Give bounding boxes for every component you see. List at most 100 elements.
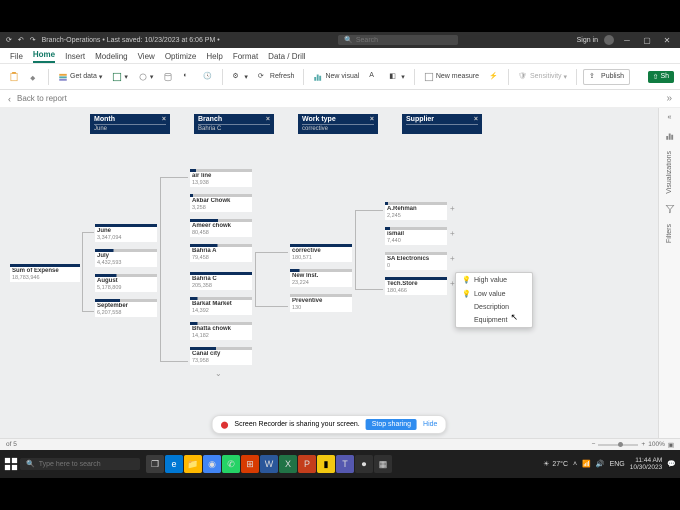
ctx-high-value[interactable]: 💡High value [456, 273, 532, 287]
report-canvas[interactable]: Month×June Branch×Bahria C Work type×cor… [0, 108, 658, 438]
tree-node-month[interactable]: September6,207,558 [95, 299, 157, 317]
ctx-low-value[interactable]: 💡Low value [456, 287, 532, 301]
task-view-icon[interactable]: ❐ [146, 455, 164, 473]
tree-node-supplier[interactable]: ismail7,440 [385, 227, 447, 245]
close-icon[interactable]: × [474, 116, 478, 123]
paste-button[interactable] [6, 70, 22, 84]
title-search[interactable]: 🔍 [338, 35, 458, 45]
stop-sharing-button[interactable]: Stop sharing [366, 419, 417, 430]
app-powerbi-icon[interactable]: ▮ [317, 455, 335, 473]
ctx-equipment[interactable]: Equipment [456, 314, 532, 327]
tree-node-branch-selected[interactable]: Bahria C205,358 [190, 272, 252, 290]
transform-button[interactable]: ⚙▾ [229, 70, 251, 84]
filters-label[interactable]: Filters [666, 224, 673, 243]
tree-node-branch[interactable]: Bahria A79,458 [190, 244, 252, 262]
maximize-button[interactable]: ▢ [640, 36, 654, 45]
tab-optimize[interactable]: Optimize [165, 50, 197, 63]
app-teams-icon[interactable]: T [336, 455, 354, 473]
decomposition-tree[interactable]: Sum of Expense18,783,946 June3,347,094 J… [10, 144, 628, 428]
zoom-control[interactable]: − + 100% ▣ [592, 441, 674, 449]
tray-chevron-icon[interactable]: ˄ [573, 461, 577, 468]
taskbar-search[interactable]: 🔍 [20, 458, 140, 470]
header-supplier[interactable]: Supplier× [402, 114, 482, 134]
tab-modeling[interactable]: Modeling [95, 50, 127, 63]
header-month[interactable]: Month×June [90, 114, 170, 134]
close-button[interactable]: ✕ [660, 36, 674, 45]
tree-root-node[interactable]: Sum of Expense18,783,946 [10, 264, 80, 282]
tree-node-branch[interactable]: Barkat Market14,392 [190, 297, 252, 315]
notifications-icon[interactable]: 💬 [667, 460, 676, 468]
app-misc-icon[interactable]: ▦ [374, 455, 392, 473]
expand-plus-icon[interactable]: + [450, 279, 455, 288]
split-context-menu[interactable]: 💡High value 💡Low value Description Equip… [455, 272, 533, 328]
app-word-icon[interactable]: W [260, 455, 278, 473]
sql-button[interactable] [160, 70, 176, 84]
undo-icon[interactable]: ↶ [18, 36, 24, 44]
tree-node-branch[interactable]: Akbar Chowk3,258 [190, 194, 252, 212]
tree-node-branch[interactable]: Canal city73,958 [190, 347, 252, 365]
tab-file[interactable]: File [10, 50, 23, 63]
app-recorder-icon[interactable]: ⏺ [355, 455, 373, 473]
close-icon[interactable]: × [162, 116, 166, 123]
redo-icon[interactable]: ↷ [30, 36, 36, 44]
collapse-panes-button[interactable]: » [666, 93, 672, 104]
visualizations-label[interactable]: Visualizations [666, 151, 673, 194]
tab-insert[interactable]: Insert [65, 50, 85, 63]
tree-node-worktype-selected[interactable]: corrective180,571 [290, 244, 352, 262]
app-ppt-icon[interactable]: P [298, 455, 316, 473]
tab-data-drill[interactable]: Data / Drill [268, 50, 305, 63]
title-search-input[interactable] [356, 37, 446, 44]
app-edge-icon[interactable]: e [165, 455, 183, 473]
expand-panes-icon[interactable]: « [668, 114, 672, 121]
app-whatsapp-icon[interactable]: ✆ [222, 455, 240, 473]
tree-node-month[interactable]: August5,178,809 [95, 274, 157, 292]
format-painter-button[interactable] [26, 70, 42, 84]
wifi-icon[interactable]: 📶 [582, 460, 591, 468]
zoom-slider[interactable] [598, 444, 638, 446]
minimize-button[interactable]: ─ [620, 36, 634, 45]
excel-button[interactable]: ▾ [109, 70, 131, 84]
quick-measure-button[interactable]: ⚡ [486, 70, 502, 84]
tree-node-worktype[interactable]: New Inst.23,224 [290, 269, 352, 287]
tab-help[interactable]: Help [206, 50, 222, 63]
back-chevron-icon[interactable]: ‹ [8, 94, 11, 104]
close-icon[interactable]: × [370, 116, 374, 123]
get-data-button[interactable]: Get data▾ [55, 70, 105, 84]
clock[interactable]: 11:44 AM 10/30/2023 [630, 457, 663, 471]
header-worktype[interactable]: Work type×corrective [298, 114, 378, 134]
tree-node-month[interactable]: July4,432,593 [95, 249, 157, 267]
language-icon[interactable]: ENG [610, 461, 625, 468]
app-office-icon[interactable]: ⊞ [241, 455, 259, 473]
avatar[interactable] [604, 35, 614, 45]
tree-node-worktype[interactable]: Preventive130 [290, 294, 352, 312]
publish-button[interactable]: ⇪Publish [583, 69, 630, 85]
datahub-button[interactable]: ▾ [135, 70, 157, 84]
filters-icon[interactable] [665, 204, 675, 214]
tree-node-supplier[interactable]: SA Electronics0 [385, 252, 447, 270]
tree-node-month[interactable]: June3,347,094 [95, 224, 157, 242]
fit-page-icon[interactable]: ▣ [668, 441, 674, 449]
ctx-description[interactable]: Description [456, 301, 532, 314]
app-chrome-icon[interactable]: ◉ [203, 455, 221, 473]
zoom-in-button[interactable]: + [641, 441, 645, 448]
tab-home[interactable]: Home [33, 48, 55, 63]
tree-node-branch[interactable]: Bhatta chowk14,182 [190, 322, 252, 340]
start-button[interactable] [4, 457, 18, 471]
expand-plus-icon[interactable]: + [450, 254, 455, 263]
tab-format[interactable]: Format [233, 50, 258, 63]
expand-down-icon[interactable]: ⌄ [215, 369, 222, 378]
signin-label[interactable]: Sign in [577, 37, 598, 44]
expand-plus-icon[interactable]: + [450, 229, 455, 238]
back-to-report-label[interactable]: Back to report [17, 94, 67, 103]
tree-node-supplier[interactable]: A.Rehman2,245 [385, 202, 447, 220]
textbox-button[interactable]: A [366, 70, 382, 84]
new-visual-button[interactable]: New visual [310, 70, 362, 84]
visualizations-icon[interactable] [665, 131, 675, 141]
tree-node-branch[interactable]: Ameer chowk80,458 [190, 219, 252, 237]
hide-bar-button[interactable]: Hide [423, 421, 437, 428]
weather-widget[interactable]: ☀ 27°C [543, 460, 568, 468]
tab-view[interactable]: View [138, 50, 155, 63]
tree-node-supplier[interactable]: Tech.Store180,466 [385, 277, 447, 295]
tree-node-branch[interactable]: air line13,938 [190, 169, 252, 187]
volume-icon[interactable]: 🔊 [596, 460, 605, 468]
